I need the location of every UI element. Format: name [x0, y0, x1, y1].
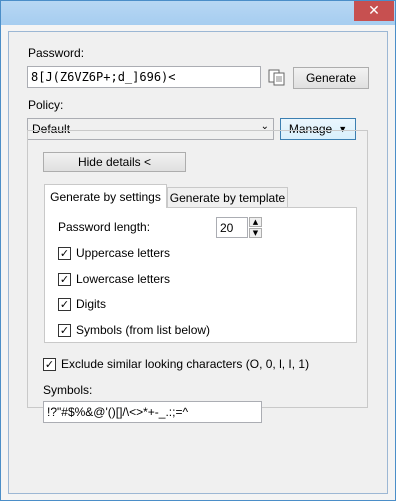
- symbols-option-label: Symbols (from list below): [76, 323, 211, 337]
- generate-button[interactable]: Generate: [293, 67, 369, 89]
- password-label: Password:: [28, 46, 85, 60]
- exclude-similar-label: Exclude similar looking characters (O, 0…: [61, 357, 310, 371]
- lowercase-checkbox-row[interactable]: ✓ Lowercase letters: [58, 272, 170, 286]
- tab-generate-by-settings[interactable]: Generate by settings: [44, 184, 167, 208]
- password-generator-window: ✕ Password: 8[J(Z6VZ6P+;d_]696)< Generat…: [0, 0, 396, 501]
- password-field[interactable]: 8[J(Z6VZ6P+;d_]696)<: [27, 66, 261, 88]
- symbols-checkbox-row[interactable]: ✓ Symbols (from list below): [58, 323, 210, 337]
- password-length-value: 20: [220, 221, 234, 235]
- policy-label: Policy:: [28, 98, 64, 112]
- lowercase-label: Lowercase letters: [76, 272, 171, 286]
- uppercase-checkbox-row[interactable]: ✓ Uppercase letters: [58, 246, 170, 260]
- password-length-label: Password length:: [58, 220, 151, 234]
- uppercase-checkbox[interactable]: ✓: [58, 246, 71, 260]
- copy-icon[interactable]: [267, 68, 287, 86]
- symbols-field[interactable]: !?"#$%&@'()[]/\<>*+-_.:;=^: [43, 401, 262, 423]
- dialog-client-area: Password: 8[J(Z6VZ6P+;d_]696)< Generate …: [8, 31, 388, 494]
- digits-checkbox[interactable]: ✓: [58, 297, 71, 311]
- spin-up-button[interactable]: ▲: [249, 217, 262, 227]
- close-icon: ✕: [368, 3, 380, 19]
- hide-details-button[interactable]: Hide details <: [43, 152, 186, 172]
- spin-down-button[interactable]: ▼: [249, 228, 262, 238]
- arrow-down-icon: ▼: [252, 229, 259, 237]
- exclude-similar-checkbox[interactable]: ✓: [43, 357, 56, 371]
- digits-checkbox-row[interactable]: ✓ Digits: [58, 297, 106, 311]
- uppercase-label: Uppercase letters: [76, 246, 171, 260]
- close-button[interactable]: ✕: [354, 1, 394, 21]
- lowercase-checkbox[interactable]: ✓: [58, 272, 71, 286]
- password-length-input[interactable]: 20: [216, 217, 248, 238]
- digits-label: Digits: [76, 297, 107, 311]
- settings-tab-panel: Password length: 20 ▲ ▼ ✓ Uppercase lett…: [44, 207, 357, 343]
- arrow-up-icon: ▲: [252, 218, 259, 226]
- symbols-label: Symbols:: [43, 383, 93, 397]
- tab-generate-by-template[interactable]: Generate by template: [167, 187, 288, 208]
- title-bar: ✕: [1, 1, 395, 25]
- symbols-checkbox[interactable]: ✓: [58, 323, 71, 337]
- exclude-similar-checkbox-row[interactable]: ✓ Exclude similar looking characters (O,…: [43, 357, 309, 371]
